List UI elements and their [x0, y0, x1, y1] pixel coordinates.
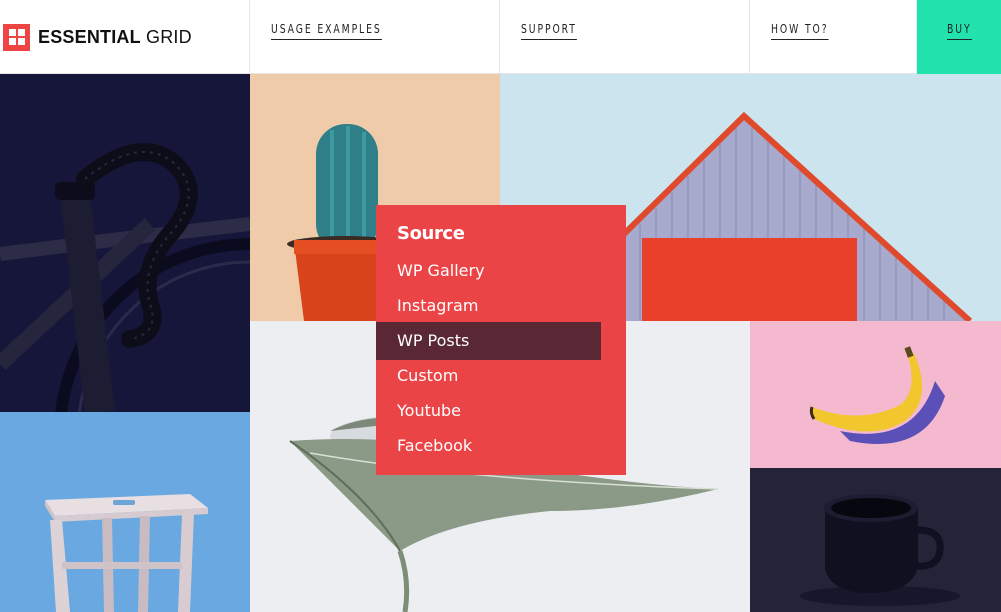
logo-text-bold: ESSENTIAL: [38, 26, 141, 47]
wooden-stool-photo: [0, 412, 250, 612]
menu-item-custom[interactable]: Custom: [376, 357, 601, 395]
logo-text: ESSENTIAL GRID: [38, 27, 192, 48]
menu-item-youtube[interactable]: Youtube: [376, 392, 601, 430]
nav-link-usage-examples[interactable]: USAGE EXAMPLES: [271, 22, 382, 40]
top-navigation-bar: ESSENTIAL GRID USAGE EXAMPLES SUPPORT HO…: [0, 0, 1001, 74]
coffee-cup-photo: [750, 468, 1001, 612]
menu-item-instagram[interactable]: Instagram: [376, 287, 601, 325]
grid-tile-banana[interactable]: [750, 321, 1001, 468]
nav-link-how-to[interactable]: HOW TO?: [771, 22, 829, 40]
nav-link-support[interactable]: SUPPORT: [521, 22, 577, 40]
menu-item-wp-posts[interactable]: WP Posts: [376, 322, 601, 360]
grid-tile-coffee-cup[interactable]: [750, 468, 1001, 612]
banana-photo: [750, 321, 1001, 468]
menu-item-facebook[interactable]: Facebook: [376, 427, 601, 465]
nav-item-how-to: HOW TO?: [750, 0, 917, 74]
dropdown-title: Source: [397, 223, 465, 244]
source-dropdown-menu: Source WP Gallery Instagram WP Posts Cus…: [376, 205, 626, 475]
nav-item-usage-examples: USAGE EXAMPLES: [250, 0, 500, 74]
grid-logo-icon: [3, 23, 30, 51]
logo[interactable]: ESSENTIAL GRID: [0, 0, 250, 74]
bicycle-handlebar-photo: [0, 74, 250, 412]
menu-item-wp-gallery[interactable]: WP Gallery: [376, 252, 601, 290]
grid-tile-stool[interactable]: [0, 412, 250, 612]
logo-text-light: GRID: [146, 26, 192, 47]
nav-item-support: SUPPORT: [500, 0, 750, 74]
nav-item-buy[interactable]: BUY: [917, 0, 1001, 74]
grid-tile-bicycle[interactable]: [0, 74, 250, 412]
buy-button[interactable]: BUY: [947, 22, 972, 40]
